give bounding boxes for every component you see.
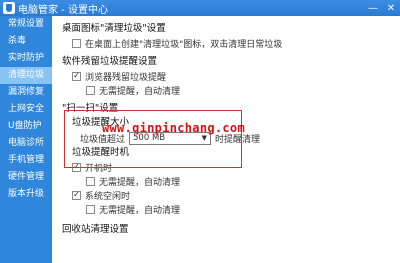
- window-title: 电脑管家 - 设置中心: [18, 4, 108, 16]
- window-controls: — ✕: [364, 0, 400, 16]
- recycle-section-title: 回收站清理设置: [62, 224, 129, 235]
- sidebar-item-general[interactable]: 常规设置: [0, 16, 52, 33]
- residue-browser-label: 浏览器残留垃圾提醒: [85, 72, 167, 83]
- sidebar-item-vulnerability[interactable]: 漏洞修复: [0, 84, 52, 101]
- idle-option[interactable]: ✓ 系统空闲时: [52, 188, 400, 202]
- highlight-box: [64, 110, 242, 168]
- app-logo-icon: [3, 2, 15, 14]
- desktop-icon-section-title: 桌面图标"清理垃圾"设置: [62, 23, 166, 34]
- residue-browser-option[interactable]: ✓ 浏览器残留垃圾提醒: [52, 69, 400, 83]
- sidebar-item-clinic[interactable]: 电脑诊所: [0, 135, 52, 152]
- desktop-icon-option[interactable]: 在桌面上创建"清理垃圾"图标，双击清理日常垃圾: [52, 36, 400, 50]
- sidebar-item-phone[interactable]: 手机管理: [0, 152, 52, 169]
- minimize-button[interactable]: —: [364, 0, 382, 16]
- sidebar-item-cleanup[interactable]: 清理垃圾: [0, 67, 52, 84]
- sidebar-item-realtime[interactable]: 实时防护: [0, 50, 52, 67]
- sidebar-item-antivirus[interactable]: 杀毒: [0, 33, 52, 50]
- idle-label: 系统空闲时: [85, 191, 131, 202]
- residue-browser-checkbox[interactable]: ✓: [72, 71, 81, 81]
- sidebar-item-usb[interactable]: U盘防护: [0, 118, 52, 135]
- watermark-text: www.qinpinchang.com: [102, 121, 245, 135]
- residue-auto-option[interactable]: 无需提醒，自动清理: [52, 83, 400, 97]
- startup-auto-checkbox[interactable]: [86, 176, 95, 186]
- desktop-icon-checkbox[interactable]: [72, 38, 81, 48]
- residue-section-title: 软件残留垃圾提醒设置: [62, 56, 158, 67]
- sidebar: 常规设置 杀毒 实时防护 清理垃圾 漏洞修复 上网安全 U盘防护 电脑诊所 手机…: [0, 16, 52, 263]
- idle-auto-label: 无需提醒，自动清理: [99, 205, 181, 216]
- sidebar-item-upgrade[interactable]: 版本升级: [0, 186, 52, 203]
- startup-auto-option[interactable]: 无需提醒，自动清理: [52, 174, 400, 188]
- idle-auto-checkbox[interactable]: [86, 204, 95, 214]
- close-button[interactable]: ✕: [382, 0, 400, 16]
- desktop-icon-option-label: 在桌面上创建"清理垃圾"图标，双击清理日常垃圾: [85, 39, 283, 50]
- residue-auto-label: 无需提醒，自动清理: [99, 86, 181, 97]
- sidebar-item-hardware[interactable]: 硬件管理: [0, 169, 52, 186]
- startup-auto-label: 无需提醒，自动清理: [99, 177, 181, 188]
- idle-auto-option[interactable]: 无需提醒，自动清理: [52, 202, 400, 216]
- residue-auto-checkbox[interactable]: [86, 85, 95, 95]
- title-bar: 电脑管家 - 设置中心 — ✕: [0, 0, 400, 16]
- sidebar-item-web-security[interactable]: 上网安全: [0, 101, 52, 118]
- idle-checkbox[interactable]: ✓: [72, 190, 81, 200]
